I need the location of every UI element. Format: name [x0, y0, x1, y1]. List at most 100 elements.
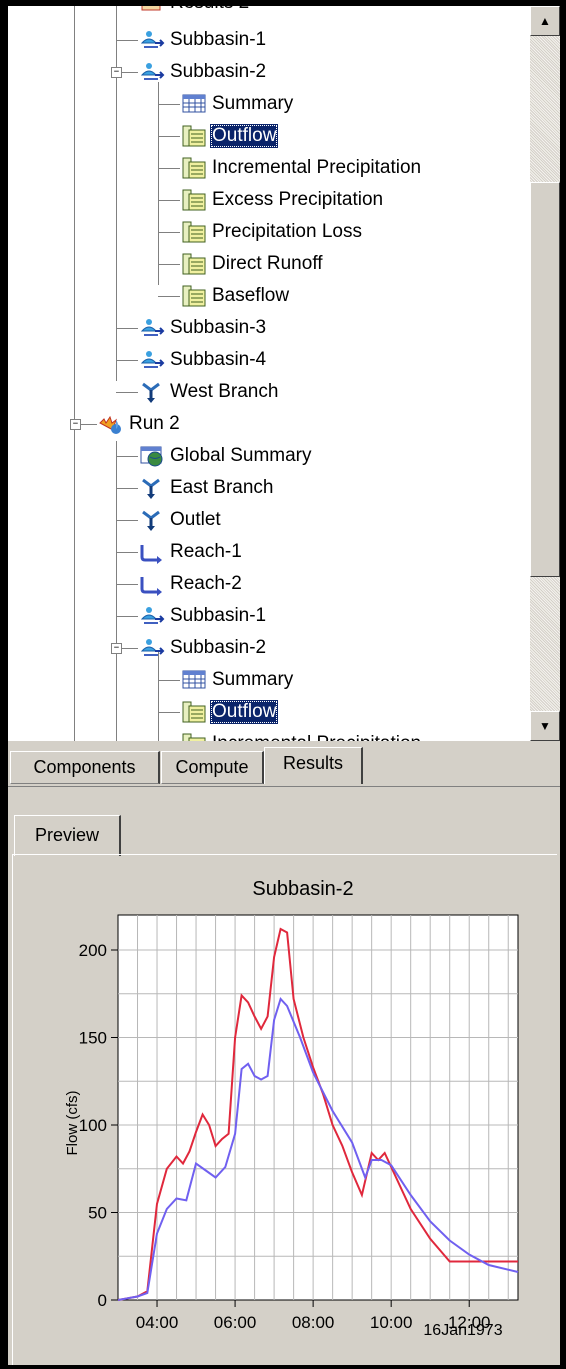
- tree-node-reach-1[interactable]: Reach-1: [138, 537, 244, 567]
- time-series-icon: [182, 733, 206, 741]
- tab-preview[interactable]: Preview: [14, 815, 121, 856]
- tree-node-label: Reach-1: [170, 541, 242, 562]
- tree-row: Summary: [8, 665, 530, 695]
- tree-row: Outflow: [8, 697, 530, 727]
- time-series-icon: [182, 221, 206, 243]
- globe-table-icon: [140, 446, 163, 467]
- y-tick-label: 100: [79, 1116, 107, 1135]
- tree-node-global-summary[interactable]: Global Summary: [138, 441, 314, 471]
- tree-collapse-toggle[interactable]: −: [111, 643, 122, 654]
- time-series-icon: [182, 125, 206, 147]
- x-tick-label: 10:00: [370, 1313, 413, 1332]
- tree-node-subbasin-1[interactable]: Subbasin-1: [138, 25, 268, 55]
- tree-node-outflow[interactable]: Outflow: [180, 121, 279, 151]
- tree-node-label: Subbasin-1: [170, 605, 267, 626]
- tree-row: Reach-1: [8, 537, 530, 567]
- run-icon: [141, 6, 161, 11]
- x-tick-label: 08:00: [292, 1313, 335, 1332]
- tree-row: East Branch: [8, 473, 530, 503]
- tree-row: Incremental Precipitation: [8, 729, 530, 741]
- time-series-icon: [182, 701, 206, 723]
- tree-node-label: Outflow: [210, 124, 279, 148]
- tree-node-summary[interactable]: Summary: [180, 665, 295, 695]
- tree-node-outflow[interactable]: Outflow: [180, 697, 279, 727]
- tree-node-baseflow[interactable]: Baseflow: [180, 281, 291, 311]
- scroll-up-button[interactable]: ▲: [530, 6, 560, 36]
- tree-row: Direct Runoff: [8, 249, 530, 279]
- tree-node-label: Outflow: [210, 700, 279, 724]
- scroll-thumb[interactable]: [530, 182, 560, 577]
- tree-node-subbasin-1[interactable]: Subbasin-1: [138, 601, 268, 631]
- tree-row: Incremental Precipitation: [8, 153, 530, 183]
- subbasin-icon: [140, 639, 165, 656]
- tree-node-incremental-precipitation[interactable]: Incremental Precipitation: [180, 153, 423, 183]
- tree-node-excess-precipitation[interactable]: Excess Precipitation: [180, 185, 385, 215]
- junction-icon: [142, 382, 160, 403]
- tree-node-label: Run 2: [129, 413, 180, 434]
- arrow-up-icon: ▲: [539, 14, 551, 28]
- results-tree[interactable]: Results 2 Subbasin-1 Subbasin-2 − Summary Ou…: [8, 6, 530, 741]
- tree-node-label: Subbasin-1: [170, 29, 267, 50]
- tree-node-incremental-precipitation[interactable]: Incremental Precipitation: [180, 729, 423, 741]
- tree-row: Subbasin-3: [8, 313, 530, 343]
- tree-node-precipitation-loss[interactable]: Precipitation Loss: [180, 217, 364, 247]
- reach-icon: [140, 545, 162, 564]
- tree-node-label: West Branch: [170, 381, 279, 402]
- tree-row: Subbasin-1: [8, 601, 530, 631]
- tree-collapse-toggle[interactable]: −: [70, 419, 81, 430]
- tree-node-run-2[interactable]: Run 2: [97, 409, 182, 439]
- junction-icon: [142, 510, 160, 531]
- y-axis-label: Flow (cfs): [64, 1091, 81, 1156]
- window-frame: Results 2 Subbasin-1 Subbasin-2 − Summary Ou…: [0, 0, 566, 1369]
- tree-collapse-toggle[interactable]: −: [111, 67, 122, 78]
- tree-row: Reach-2: [8, 569, 530, 599]
- date-label: 16Jan1973: [423, 1322, 502, 1339]
- tree-node-outlet[interactable]: Outlet: [138, 505, 223, 535]
- tree-node-label: Summary: [212, 93, 294, 114]
- tree-node-label: Subbasin-2: [170, 61, 267, 82]
- subbasin-icon: [140, 607, 165, 624]
- tree-node-label: East Branch: [170, 477, 274, 498]
- tree-node-label: Subbasin-3: [170, 317, 267, 338]
- tree-node-subbasin-2[interactable]: Subbasin-2: [138, 57, 268, 87]
- tab-components[interactable]: Components: [10, 751, 160, 784]
- tab-compute[interactable]: Compute: [161, 751, 264, 784]
- tree-node-label: Precipitation Loss: [212, 221, 362, 242]
- tree-node-west-branch[interactable]: West Branch: [138, 377, 280, 407]
- tree-row: Baseflow: [8, 281, 530, 311]
- tree-node-partial[interactable]: Results 2: [138, 6, 251, 18]
- table-icon: [182, 94, 206, 113]
- tree-node-label: Excess Precipitation: [212, 189, 384, 210]
- tree-node-label: Outlet: [170, 509, 221, 530]
- tree-node-summary[interactable]: Summary: [180, 89, 295, 119]
- tree-node-east-branch[interactable]: East Branch: [138, 473, 276, 503]
- tree-row: Subbasin-1: [8, 25, 530, 55]
- time-series-icon: [182, 189, 206, 211]
- table-icon: [182, 670, 206, 689]
- tree-row: Outflow: [8, 121, 530, 151]
- preview-pane: Preview 0 50 100 150 200 04:00 06:00 08:00 10:00…: [8, 786, 560, 1365]
- chart-grid: [117, 914, 519, 1301]
- tree-row: Global Summary: [8, 441, 530, 471]
- y-tick-label: 50: [88, 1204, 107, 1223]
- tree-row: Summary: [8, 89, 530, 119]
- tab-results[interactable]: Results: [264, 747, 363, 784]
- subbasin-icon: [140, 31, 165, 48]
- time-series-icon: [182, 157, 206, 179]
- watershed-explorer-panel: Results 2 Subbasin-1 Subbasin-2 − Summary Ou…: [8, 6, 560, 1365]
- time-series-icon: [182, 253, 206, 275]
- scroll-down-button[interactable]: ▼: [530, 711, 560, 741]
- tree-row: Run 2: [8, 409, 530, 439]
- tree-node-reach-2[interactable]: Reach-2: [138, 569, 244, 599]
- tree-row: Subbasin-4: [8, 345, 530, 375]
- chart-title: Subbasin-2: [252, 878, 353, 900]
- tree-node-subbasin-3[interactable]: Subbasin-3: [138, 313, 268, 343]
- y-tick-label: 150: [79, 1029, 107, 1048]
- tree-vertical-scrollbar[interactable]: ▲ ▼: [530, 6, 560, 741]
- tree-row-partial: Results 2: [8, 6, 530, 18]
- tree-node-direct-runoff[interactable]: Direct Runoff: [180, 249, 325, 279]
- tree-node-subbasin-2[interactable]: Subbasin-2: [138, 633, 268, 663]
- tree-node-label: Incremental Precipitation: [210, 732, 423, 741]
- tree-node-subbasin-4[interactable]: Subbasin-4: [138, 345, 268, 375]
- tree-row: Outlet: [8, 505, 530, 535]
